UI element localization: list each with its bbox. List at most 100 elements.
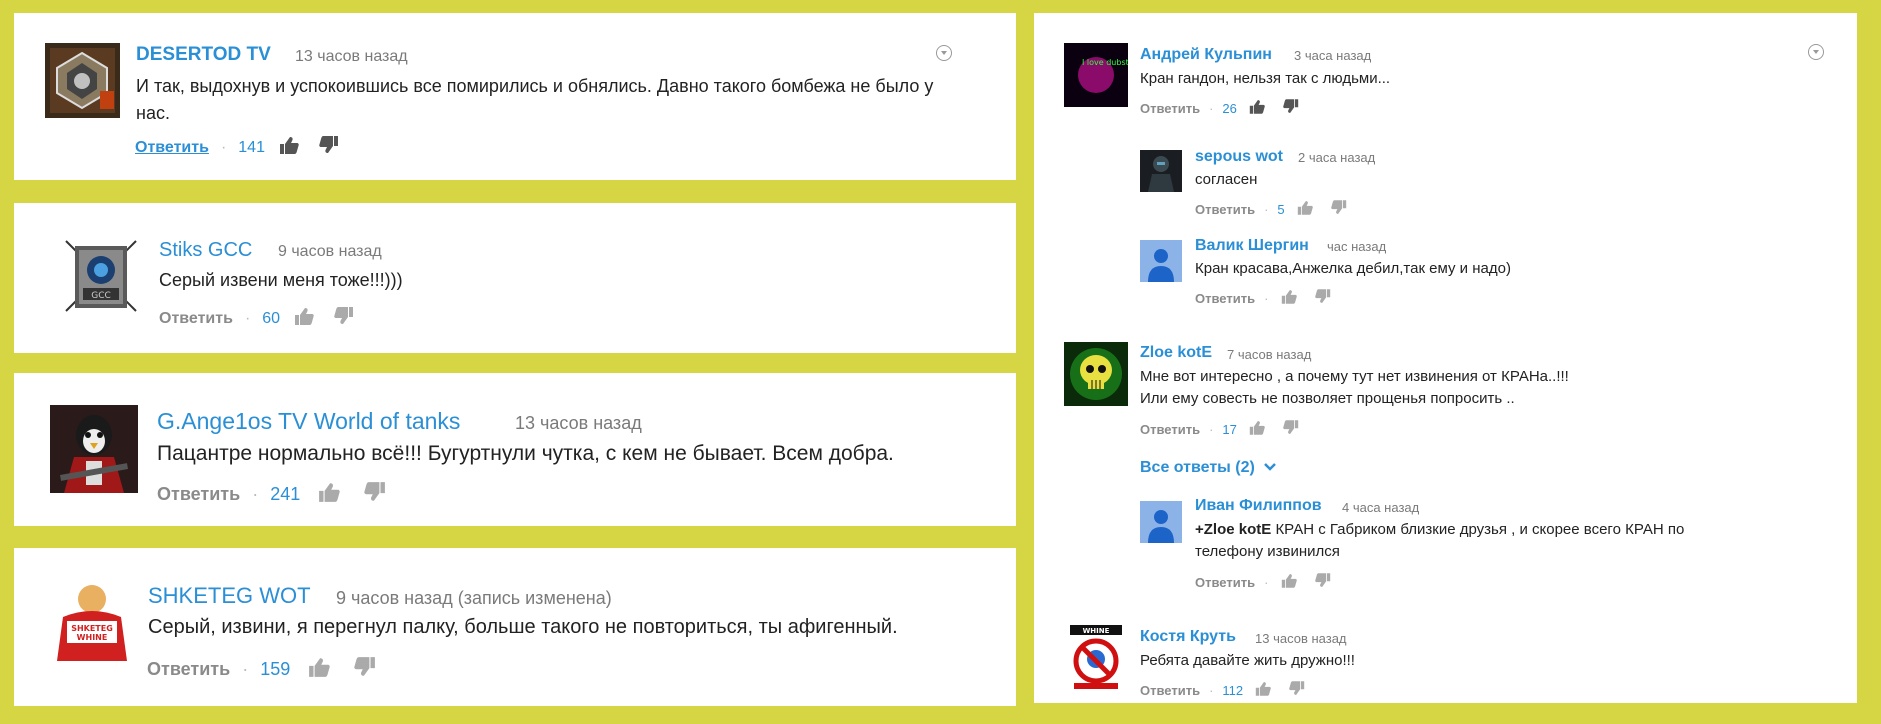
thumbs-down-icon[interactable] [334, 307, 354, 330]
thumbs-up-icon[interactable] [1281, 573, 1298, 591]
author-name[interactable]: Иван Филиппов [1195, 497, 1322, 515]
reply-button[interactable]: Ответить [135, 139, 209, 157]
timestamp[interactable]: 13 часов назад [295, 48, 408, 66]
comment-menu-icon[interactable] [936, 45, 952, 61]
timestamp[interactable]: 13 часов назад [1255, 631, 1347, 646]
thumbs-up-icon[interactable] [1249, 420, 1265, 438]
avatar[interactable]: I love dubstep [1064, 43, 1128, 107]
thumbs-up-icon[interactable] [294, 307, 314, 330]
thumbs-up-icon[interactable] [279, 136, 299, 159]
avatar[interactable] [45, 43, 120, 118]
author-name[interactable]: G.Ange1os TV World of tanks [157, 408, 460, 435]
author-name[interactable]: Валик Шергин [1195, 237, 1309, 255]
separator-dot: · [244, 309, 251, 327]
avatar[interactable] [1140, 150, 1182, 192]
reply-button[interactable]: Ответить [159, 310, 233, 328]
like-count: 159 [260, 659, 291, 679]
timestamp[interactable]: 9 часов назад (запись изменена) [336, 588, 612, 609]
reply-button[interactable]: Ответить [147, 659, 230, 680]
timestamp[interactable]: 4 часа назад [1342, 500, 1419, 515]
thumbs-down-icon[interactable] [1330, 200, 1347, 218]
thumbs-down-icon[interactable] [1283, 99, 1299, 117]
timestamp[interactable]: час назад [1327, 239, 1386, 254]
like-count: 112 [1222, 682, 1244, 698]
comment-text: Кран красава,Анжелка дебил,так ему и над… [1195, 260, 1511, 277]
reply-button[interactable]: Ответить [1140, 683, 1200, 698]
timestamp[interactable]: 2 часа назад [1298, 150, 1375, 165]
separator-dot: · [252, 484, 259, 504]
avatar[interactable] [50, 405, 138, 493]
comment-card-4: SHKETEG WHINE SHKETEG WOT 9 часов назад … [14, 548, 1016, 706]
avatar[interactable] [1140, 501, 1182, 543]
author-name[interactable]: Zloe kotE [1140, 344, 1212, 362]
comment-text: Кран гандон, нельзя так с людьми... [1140, 70, 1391, 87]
like-count: 60 [262, 309, 281, 327]
comment-actions: Ответить · 5 [1195, 200, 1347, 218]
thumbs-down-icon[interactable] [1315, 573, 1331, 591]
svg-text:GCC: GCC [91, 291, 111, 301]
thumbs-down-icon[interactable] [1283, 420, 1299, 438]
comment-text: КРАН с Габриком близкие друзья , и скоре… [1271, 521, 1685, 538]
avatar[interactable] [1140, 240, 1182, 282]
reply-button[interactable]: Ответить [1195, 202, 1255, 217]
timestamp[interactable]: 9 часов назад [278, 243, 382, 261]
comment-text: Ребята давайте жить дружно!!! [1140, 652, 1355, 669]
soldier-avatar-icon [1140, 150, 1182, 192]
thumbs-down-icon[interactable] [354, 657, 376, 682]
shketeg-avatar-icon: SHKETEG WHINE [43, 581, 141, 661]
default-user-icon [1140, 240, 1182, 282]
avatar[interactable]: GCC [61, 236, 141, 316]
separator-dot: · [1264, 574, 1269, 590]
reply-button[interactable]: Ответить [1195, 291, 1255, 306]
reply-button[interactable]: Ответить [1140, 101, 1200, 116]
timestamp[interactable]: 3 часа назад [1294, 48, 1371, 63]
timestamp[interactable]: 13 часов назад [515, 413, 642, 434]
thumbs-down-icon[interactable] [1289, 681, 1305, 699]
author-name[interactable]: Костя Круть [1140, 628, 1236, 646]
thumbs-up-icon[interactable] [1249, 99, 1265, 117]
reply-button[interactable]: Ответить [1195, 575, 1255, 590]
thumbs-up-icon[interactable] [1297, 200, 1313, 218]
like-count: 5 [1277, 201, 1285, 217]
comment-card-1: DESERTOD TV 13 часов назад И так, выдохн… [14, 13, 1016, 180]
author-name[interactable]: DESERTOD TV [136, 44, 271, 66]
comment-text-line-1: Мне вот интересно , а почему тут нет изв… [1140, 368, 1569, 385]
reply-button[interactable]: Ответить [157, 484, 240, 505]
thumbs-up-icon[interactable] [308, 657, 330, 682]
comment-text: Серый, извини, я перегнул палку, больше … [148, 616, 898, 638]
svg-text:SHKETEG: SHKETEG [71, 624, 113, 633]
thumbs-up-icon[interactable] [1255, 681, 1271, 699]
mention-link[interactable]: +Zloe kotE [1195, 521, 1271, 538]
desertod-logo-icon [45, 43, 120, 118]
thumbs-down-icon[interactable] [319, 136, 339, 159]
view-all-replies-button[interactable]: Все ответы (2) [1140, 459, 1277, 477]
separator-dot: · [242, 659, 249, 679]
comment-text: Пацантре нормально всё!!! Бугуртнули чут… [157, 442, 894, 465]
author-name[interactable]: Stiks GCC [159, 239, 252, 262]
author-name[interactable]: sepous wot [1195, 148, 1283, 166]
comment-text: И так, выдохнув и успокоившись все помир… [136, 76, 934, 123]
thumbs-up-icon[interactable] [318, 482, 340, 507]
author-name[interactable]: Андрей Кульпин [1140, 46, 1272, 64]
avatar[interactable]: SHKETEG WHINE [43, 581, 141, 661]
reply-button[interactable]: Ответить [1140, 422, 1200, 437]
separator-dot: · [1264, 201, 1269, 217]
comment-menu-icon[interactable] [1808, 44, 1824, 60]
thumbs-down-icon[interactable] [364, 482, 386, 507]
separator-dot: · [1264, 290, 1269, 306]
avatar[interactable] [1064, 342, 1128, 406]
comment-actions: Ответить · 26 [1140, 99, 1299, 117]
comment-actions: Ответить · [1195, 573, 1331, 591]
separator-dot: · [1209, 421, 1214, 437]
timestamp[interactable]: 7 часов назад [1227, 347, 1311, 362]
svg-text:WHINE: WHINE [77, 633, 108, 642]
author-name[interactable]: SHKETEG WOT [148, 583, 311, 609]
thumbs-up-icon[interactable] [1281, 289, 1298, 307]
comment-actions: Ответить · 141 [135, 136, 339, 159]
avatar[interactable]: WHINE [1064, 625, 1128, 689]
like-count: 17 [1222, 421, 1237, 437]
thumbs-down-icon[interactable] [1315, 289, 1331, 307]
separator-dot: · [1209, 682, 1214, 698]
comment-text-line-2: телефону извинился [1195, 543, 1340, 560]
comment-text-line-2: Или ему совесть не позволяет прощенья по… [1140, 390, 1515, 407]
